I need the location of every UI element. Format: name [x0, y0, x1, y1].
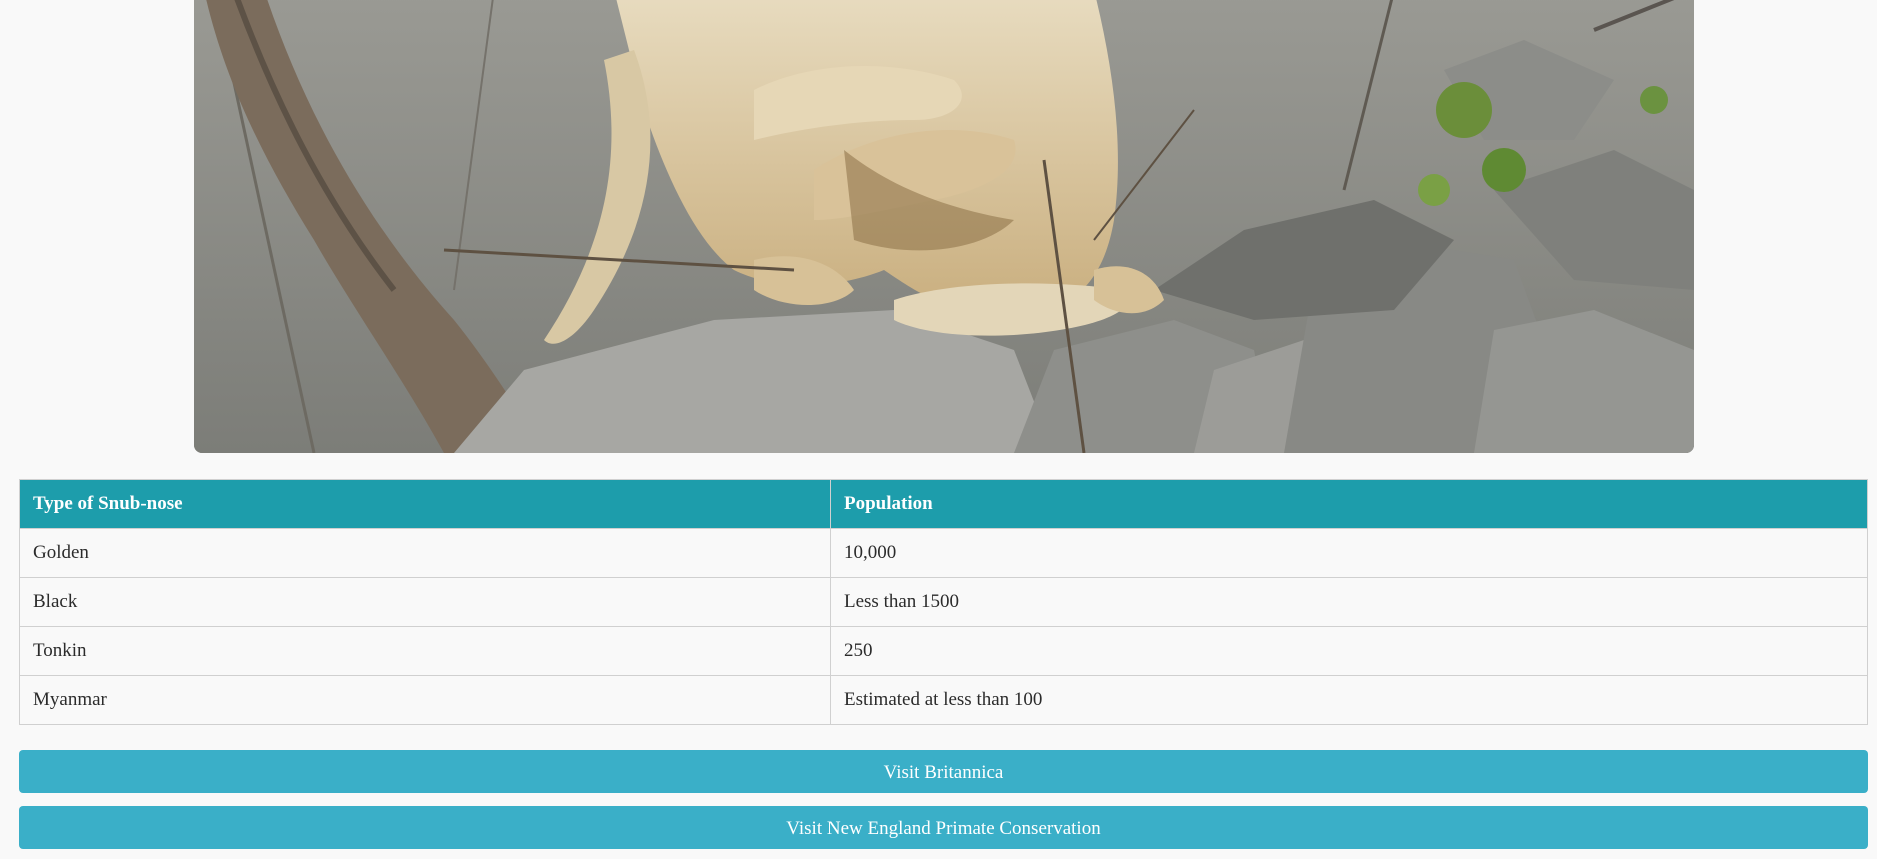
monkey-photo-illustration: [194, 0, 1694, 453]
visit-primate-conservation-button[interactable]: Visit New England Primate Conservation: [19, 806, 1868, 849]
cell-type: Myanmar: [19, 675, 831, 725]
cell-type: Golden: [19, 528, 831, 578]
column-header-population: Population: [830, 479, 1868, 529]
visit-britannica-button[interactable]: Visit Britannica: [19, 750, 1868, 793]
monkey-photo: [194, 0, 1694, 453]
table-header-row: Type of Snub-nose Population: [19, 479, 1868, 529]
cell-type: Tonkin: [19, 626, 831, 676]
snub-nose-population-table-container: Type of Snub-nose Population Golden 10,0…: [19, 479, 1868, 725]
table-row: Tonkin 250: [19, 626, 1868, 676]
table-row: Black Less than 1500: [19, 577, 1868, 627]
cell-population: 10,000: [830, 528, 1868, 578]
cell-population: Estimated at less than 100: [830, 675, 1868, 725]
cell-population: 250: [830, 626, 1868, 676]
column-header-type: Type of Snub-nose: [19, 479, 831, 529]
snub-nose-population-table: Type of Snub-nose Population Golden 10,0…: [19, 479, 1868, 725]
table-row: Myanmar Estimated at less than 100: [19, 675, 1868, 725]
cell-population: Less than 1500: [830, 577, 1868, 627]
table-row: Golden 10,000: [19, 528, 1868, 578]
cell-type: Black: [19, 577, 831, 627]
